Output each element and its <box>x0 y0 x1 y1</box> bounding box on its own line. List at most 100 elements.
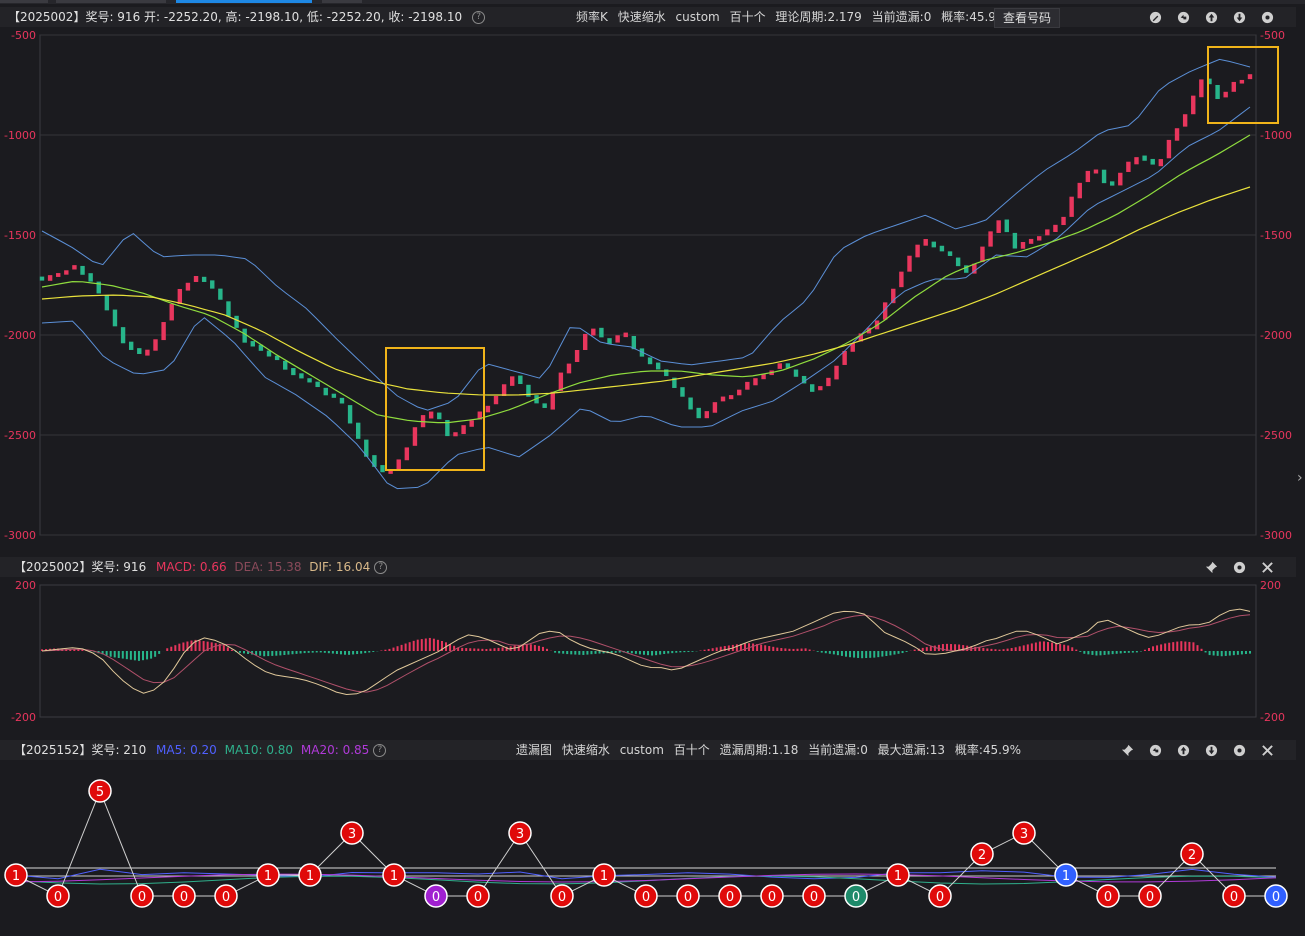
candle <box>226 301 231 317</box>
candle <box>137 348 142 354</box>
tab-segment[interactable] <box>56 0 166 3</box>
candle <box>599 327 604 338</box>
tab-segment[interactable] <box>322 0 362 3</box>
candle <box>1077 182 1082 199</box>
miss-mode-item: 快速缩水 <box>561 743 610 757</box>
candle <box>1028 238 1034 244</box>
candle <box>574 349 580 363</box>
y-tick-label-left: -200 <box>11 711 36 724</box>
candle <box>550 391 555 410</box>
miss-point-label: 0 <box>222 890 230 905</box>
candle <box>412 427 418 446</box>
candle <box>826 377 831 387</box>
candle <box>1142 155 1147 161</box>
dif-value: DIF: 16.04 <box>309 560 371 574</box>
candle <box>1247 74 1253 80</box>
candle <box>56 273 61 277</box>
miss-point-label: 0 <box>138 890 146 905</box>
price-panel-header: 【2025002】奖号: 916 开: -2252.20, 高: -2198.1… <box>0 7 1296 28</box>
candle <box>915 244 920 258</box>
candle <box>88 273 93 282</box>
candle <box>347 405 353 424</box>
candle <box>453 432 458 437</box>
tab-segment-active[interactable] <box>176 0 312 3</box>
candle <box>728 395 734 400</box>
undo-icon[interactable] <box>1146 741 1164 759</box>
tab-segment[interactable] <box>0 0 48 3</box>
miss-point-label: 0 <box>558 890 566 905</box>
candle <box>428 411 434 419</box>
candle <box>1191 95 1196 115</box>
settings-icon[interactable] <box>1258 8 1276 26</box>
arrow-up-icon[interactable] <box>1202 8 1220 26</box>
candle <box>161 322 166 341</box>
candle <box>493 395 499 405</box>
candle <box>518 375 523 384</box>
y-tick-label-right: -1500 <box>1260 229 1292 242</box>
candle <box>745 381 750 390</box>
candle <box>947 251 953 256</box>
candle <box>931 241 937 248</box>
candle <box>1101 169 1107 184</box>
mode-item: 当前遗漏:0 <box>871 10 932 24</box>
miss-point-label: 0 <box>768 890 776 905</box>
close-icon[interactable] <box>1258 558 1276 576</box>
ma20-value: MA20: 0.85 <box>300 743 370 757</box>
settings-icon[interactable] <box>1230 741 1248 759</box>
candle <box>777 363 782 369</box>
help-icon[interactable]: ? <box>472 11 486 24</box>
candle <box>1109 181 1115 186</box>
candle <box>380 465 385 473</box>
candle <box>558 372 564 391</box>
help-icon[interactable]: ? <box>374 561 388 574</box>
candle <box>437 412 442 420</box>
arrow-down-icon[interactable] <box>1230 8 1248 26</box>
view-numbers-button[interactable]: 查看号码 <box>994 8 1061 28</box>
candle <box>1166 139 1172 159</box>
undo-icon[interactable] <box>1174 8 1192 26</box>
candle <box>185 282 191 291</box>
candle <box>712 402 718 413</box>
candle <box>793 369 799 377</box>
dif-line <box>41 608 1251 696</box>
y-tick-label-left: -500 <box>11 29 36 42</box>
miss-mode-item: 概率:45.9% <box>954 743 1021 757</box>
miss-point-label: 0 <box>852 890 860 905</box>
edit-icon[interactable] <box>1146 8 1164 26</box>
miss-mode-item: 遗漏周期:1.18 <box>719 743 799 757</box>
candle <box>404 447 410 461</box>
chevron-right-icon[interactable]: › <box>1297 470 1305 490</box>
candle <box>1239 79 1245 84</box>
arrow-up-icon[interactable] <box>1174 741 1192 759</box>
top-tab-strip <box>0 0 1305 4</box>
candle <box>120 327 126 344</box>
miss-point-label: 0 <box>684 890 692 905</box>
candle <box>80 265 85 275</box>
pin-icon[interactable] <box>1202 558 1220 576</box>
candle <box>355 422 361 439</box>
candle <box>542 403 547 408</box>
miss-point-label: 3 <box>1020 827 1028 842</box>
candle <box>47 275 53 281</box>
candle <box>331 393 337 398</box>
candle <box>339 397 345 404</box>
candle <box>307 378 312 383</box>
candle <box>501 384 507 396</box>
pin-icon[interactable] <box>1118 741 1136 759</box>
candle <box>899 271 904 288</box>
miss-point-label: 3 <box>348 827 356 842</box>
y-tick-label-left: -1000 <box>4 129 36 142</box>
candle <box>1118 172 1123 186</box>
help-icon[interactable]: ? <box>373 744 387 757</box>
ma5-value: MA5: 0.20 <box>156 743 217 757</box>
arrow-down-icon[interactable] <box>1202 741 1220 759</box>
miss-point-label: 1 <box>390 869 398 884</box>
candle <box>955 257 961 267</box>
miss-point-label: 0 <box>726 890 734 905</box>
settings-icon[interactable] <box>1230 558 1248 576</box>
candle <box>218 288 223 300</box>
candle <box>582 333 588 350</box>
close-icon[interactable] <box>1258 741 1276 759</box>
candle <box>1012 232 1018 249</box>
y-tick-label-left: 200 <box>15 579 36 592</box>
